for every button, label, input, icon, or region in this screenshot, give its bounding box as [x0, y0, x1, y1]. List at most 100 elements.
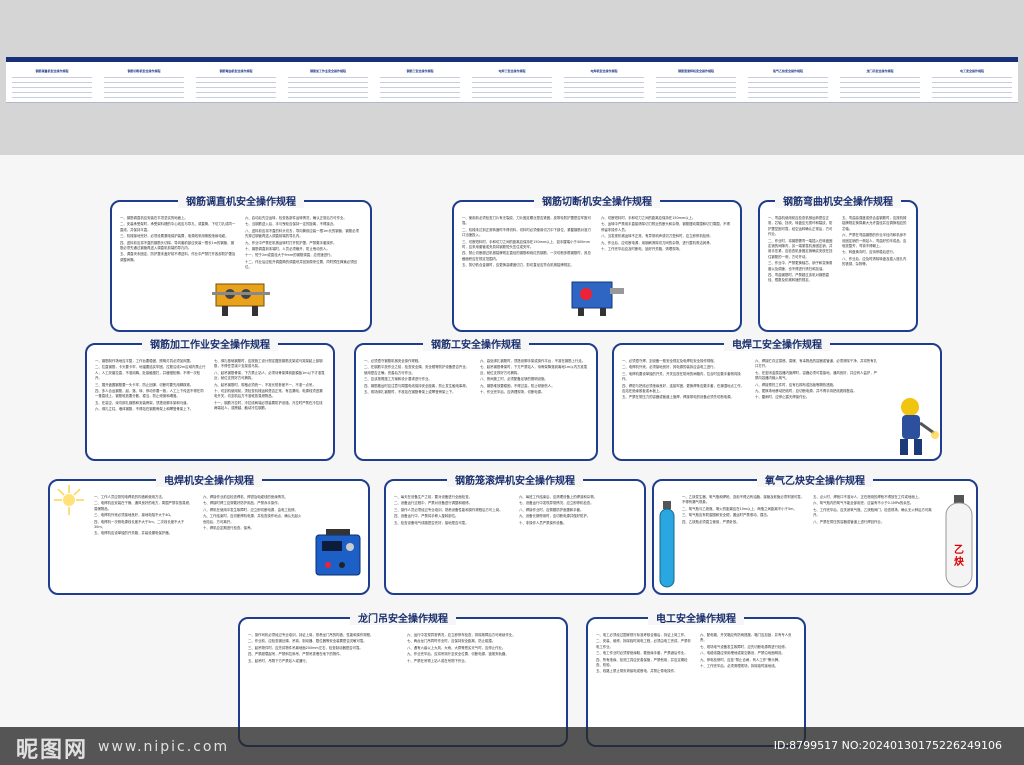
card-title: 龙门吊安全操作规程 [350, 610, 456, 625]
rule-item: 七、转盘换向时，应待停稳后进行。 [842, 250, 897, 255]
rule-item: 五、调直块未固定、防护罩未盖好前不得送料，作业中严禁打开各部防护罩及调整间隙。 [120, 252, 236, 262]
welder-worker-image [900, 398, 939, 455]
acetylene-cylinder-image: 乙 炔 [945, 495, 973, 588]
overview-mini-title: 钢筋笼滚焊机安全操作规程 [677, 69, 714, 73]
overview-mini-title: 钢筋弯曲机安全操作规程 [219, 69, 253, 73]
rule-item: 七、当钢筋送入后，手与曳轮应保持一定的距离，不得接近。 [245, 222, 337, 227]
card-welder: 电焊工安全操作规程 一、必须遵守焊、割设备一般安全规定及电焊机安全操作规程。 二、… [612, 336, 942, 461]
rule-item: 二、氧气瓶与乙炔瓶、明火的距离应在10m以上，两瓶之间距离不小于5m。 [682, 506, 797, 511]
rule-item: 四、送料前应将不直的钢筋头切除，导向套前部应安装一根长1m的钢管，钢筋必须先通过… [120, 240, 234, 251]
rule-item: 三、展开盘圆钢筋要一头卡牢，防止回弹，切断时要先用脚踩紧。 [95, 382, 194, 387]
card-title: 电焊机安全操作规程 [156, 472, 262, 487]
card-text-right: 六、配电箱、开关箱应有防雨措施，箱门应加锁，并有专人负责。 七、现场电气设备发生故… [700, 633, 796, 739]
card-text-right: 六、运行中发现异常情况，应立即停车检查，排除故障后方可继续作业。 七、两台龙门吊同… [407, 633, 558, 739]
rule-item: 二、电焊机外壳，必须接地良好，其电源的装拆应由电工进行。 [622, 365, 717, 370]
card-title: 钢筋切断机安全操作规程 [534, 193, 660, 208]
card-text-left: 一、每天在设备生产之前，要对设备进行全面检查。 二、设备运行过程中，严禁对设备进行… [394, 495, 511, 587]
rule-item: 五、起吊时，吊物下方严禁站人或通行。 [248, 658, 310, 663]
rule-item: 四、乙炔瓶必须直立使用，严禁卧放。 [682, 519, 740, 524]
overview-mini-title: 钢筋调直机安全操作规程 [35, 69, 69, 73]
rule-item: 六、每班工作结束后，应清理设备上的焊渣和杂物。 [519, 495, 597, 499]
card-title: 钢筋笼滚焊机安全操作规程 [447, 472, 583, 487]
card-text-left: 一、必须遵守钢筋机械安全操作规程。 二、在钢筋平放作业之前，检查安全绳、安全帽等防… [364, 359, 472, 453]
rule-item: 四、严禁超载起吊，严禁斜拉斜吊，严禁吊拔埋在地下的物件。 [248, 652, 343, 657]
rule-item: 六、严禁在弯曲钢筋的作业半径内和机身不设固定销的一侧站人，弯曲好的半成品，应堆放… [842, 233, 907, 249]
rule-item: 三、操作人员必须经过专业培训，熟悉设备性能和操作规程后方可上岗。 [394, 507, 503, 512]
rule-item: 一、必须遵守焊、割设备一般安全规定及电焊机安全操作规程。 [622, 359, 717, 363]
rule-item: 三、起吊物件时，应先将物件吊离地面200mm左右，检查制动器是否可靠。 [248, 645, 363, 650]
oxygen-cylinder-image [659, 501, 675, 588]
card-text-left: 一、乙炔发生器、氧气瓶和焊枪、割炬不得沾有油脂，接管及软管必须牢固可靠，不得有漏… [682, 495, 805, 587]
svg-text:乙: 乙 [954, 544, 964, 556]
rule-item: 十一、短于2m或直径大于9mm的钢筋调直，应低速进行。 [245, 253, 334, 258]
rule-item: 六、焊接作业前应检查焊机、焊钳及电缆线的绝缘情况。 [203, 495, 288, 499]
rule-item: 三、机械接地完好，必须设置漏电保护装置，电源线采用橡胶绝缘电缆。 [120, 234, 229, 239]
rule-item: 九、更换场地移动把线时，应切断电源，并不得手持把线爬梯登高。 [755, 389, 857, 394]
card-title: 钢筋加工作业安全操作规程 [142, 336, 278, 351]
rule-item: 六、切断短料时，手和切刀之间的距离应保持在150mm以上。 [601, 216, 696, 220]
rule-item: 八、电缆线路应采用埋地或架空敷设，严禁沿地面明设。 [700, 651, 785, 656]
rule-item: 三、作业中，严禁更换轴芯、销子和变换角度以及调速，也不得进行清扫和加油。 [768, 261, 833, 271]
rule-item: 三、氧气瓶应有防震圈和安全帽，搬运时严禁滚动、撞击。 [682, 513, 771, 518]
card-text-left: 一、弯曲机使用前应检查机械运转是否正常，芯轴、挡块、转盘应无损坏和裂纹，防护罩坚… [768, 216, 834, 324]
rule-item: 五、在高空、深坑绑扎钢筋和安装骨架，须搭设脚手架和马道。 [95, 400, 190, 405]
card-bender: 钢筋弯曲机安全操作规程 一、弯曲机使用前应检查机械运转是否正常，芯轴、挡块、转盘… [758, 193, 918, 332]
rule-item: 十、严禁在吊物上站人或在吊物下作业。 [407, 658, 469, 663]
card-text-right: 五、弯曲高强度或低合金钢筋时，应按机械铭牌规定换算最大允许直径并应调换相应的芯轴… [842, 216, 908, 324]
rule-item: 四、弯曲钢筋时，严禁超过该机对钢筋直径、根数及机械转速的规定。 [768, 273, 830, 283]
rule-item: 二、作业前，应检查钢丝绳、吊钩、制动器、限位器等安全装置是否灵敏可靠。 [248, 639, 367, 644]
rule-item: 八、遇有六级以上大风、大雨、大雾等恶劣天气时，应停止作业。 [407, 645, 506, 650]
card-text-right: 七、绑扎基础钢筋时，应按施工设计规定摆放钢筋支架或马凳架起上部钢筋，不得任意减少… [214, 359, 325, 453]
rule-item: 六、焊接贮存过易燃、易爆、有毒物品的容器或管道，必须清除干净，并将所有孔口打开。 [755, 359, 878, 369]
rule-item: 八、送料前应将不直的料头切去，导向筒前应装一根1m长的钢管，钢筋必须先穿过钢管再… [245, 228, 359, 239]
rule-item: 九、起吊钢筋时，规格必须统一，不准长短参差不一，不准一点吊。 [214, 382, 316, 387]
card-oxygen-acetylene: 氧气乙炔安全操作规程 一、乙炔发生器、氧气瓶和焊枪、割炬不得沾有油脂，接管及软管… [652, 472, 978, 595]
card-title: 氧气乙炔安全操作规程 [757, 472, 873, 487]
rule-item: 九、停电检修时，应挂“禁止合闸，有人工作”警示牌。 [700, 657, 782, 662]
overview-mini-title: 龙门吊安全操作规程 [866, 69, 894, 73]
rule-item: 九、工作结束时，应切断焊机电源，并检查操作地点，确认无起火危险后，方可离开。 [203, 514, 302, 524]
card-text-left: 一、操作司机必须经过专业培训，持证上岗，熟悉龙门吊的构造、性能和操作规程。 二、作… [248, 633, 399, 739]
rule-item: 七、起吊钢筋骨架时，下方严禁站人，待骨架降落到离地1m以内方准靠近，就位支撑好方… [480, 365, 588, 375]
card-title: 电焊工安全操作规程 [724, 336, 830, 351]
rule-item: 五、点火时，焊枪口不准对人，正在燃烧的焊枪不得放在工件或地面上。 [813, 495, 922, 499]
rule-item: 九、作业中严禁在机械运转时打开防护罩，严禁戴手套操作。 [245, 240, 337, 245]
rule-item: 五、线路上禁止带负荷接电或断电，并禁止带电操作。 [596, 669, 678, 674]
card-cutter: 钢筋切断机安全操作规程 一、使用前必须检查刀片有无裂纹，刀片固定螺丝是否紧固，皮… [452, 193, 742, 332]
watermark-url: www.nipic.com [98, 739, 230, 755]
rule-item: 四、所有绝缘、检测工具应妥善保管，严禁他用，并应定期检查、校验。 [596, 657, 688, 668]
rule-item: 三、电焊机要设单独的开关，开关应放在防雨的闸箱内，拉合时应戴手套侧向操作。 [622, 371, 741, 382]
rule-item: 六、高处绑扎钢筋时，须搭设脚手架或操作平台，不准在钢筋上行走。 [480, 359, 586, 363]
rule-item: 八、焊接作业时，应佩戴防护面罩和手套。 [519, 507, 584, 512]
rule-item: 四、设备运行中，严禁将手伸入旋转部位。 [394, 514, 459, 519]
card-text-right: 六、焊接作业前应检查焊机、焊钳及电缆线的绝缘情况。 七、焊接时焊工应穿戴好防护用品… [203, 495, 304, 587]
card-title: 钢筋弯曲机安全操作规程 [775, 193, 901, 208]
overview-mini-title: 钢筋工安全操作规程 [406, 69, 434, 73]
rule-item: 八、焊机在使用中发生故障时，应立即切断电源，由电工检修。 [203, 507, 298, 512]
rule-item: 二、安装、维修、拆除临时用电工程，必须由电工完成，严禁非电工作业。 [596, 639, 691, 649]
rule-item: 八、起吊钢筋骨架，下方禁止站人，必须待骨架降到距模板1m以下才准靠近，就位支撑好… [214, 370, 325, 381]
rule-item: 九、作业后，应切断电源，用钢刷清除切刀间的杂物，进行整机清洁润滑。 [601, 240, 713, 245]
watermark-logo: 昵图网 [16, 738, 89, 763]
overview-mini-panel: 氧气乙炔安全操作规程 [745, 67, 831, 102]
overview-mini-panel: 电焊工安全操作规程 [469, 67, 555, 102]
rule-item: 九、设备长期停用时，应切断电源并做好防护。 [519, 514, 591, 519]
rule-item: 五、剪切低合金钢时，应更换高硬度切刀，剪切直径应符合机械铭牌规定。 [462, 263, 574, 268]
overview-mini-panel: 电焊机安全操作规程 [561, 67, 647, 102]
overview-mini-title: 电工安全操作规程 [959, 69, 984, 73]
detail-board: 钢筋调直机安全操作规程 一、钢筋调直机应安装在平坦坚实的地面上。 二、安装承受架时… [0, 155, 1024, 765]
rule-item: 六、启动后先空运转，检查各部件运转情况，确认正常后方可作业。 [245, 216, 347, 220]
rule-item: 四、电焊机一次侧电源线长度不大于5m，二次线长度不大于30m。 [94, 519, 185, 530]
rule-item: 二、作业时，将钢筋需弯一端插入在转盘固定销的间隙内，另一端紧靠机身固定销，并用手… [768, 238, 833, 259]
overview-mini-title: 电焊机安全操作规程 [590, 69, 618, 73]
overview-mini-panel: 钢筋弯曲机安全操作规程 [193, 67, 279, 102]
svg-text:炔: 炔 [954, 555, 964, 568]
rule-item: 八、作业后，应及时清除转盘及插入座孔内的铁锈、杂物等。 [842, 256, 907, 267]
card-text-right: 六、高处绑扎钢筋时，须搭设脚手架或操作平台，不准在钢筋上行走。七、起吊钢筋骨架时… [480, 359, 588, 453]
rule-item: 八、严禁在带压的容器或管道上进行焊割作业。 [813, 519, 885, 524]
rule-item: 一、必须遵守钢筋机械安全操作规程。 [364, 359, 422, 363]
overview-panel-strip: 强化安全意识 落实安全责任 · 安全第一 预防为主 综合治理 · 安全生产 人人… [6, 57, 1018, 103]
card-text-right: 六、焊接贮存过易燃、易爆、有毒物品的容器或管道，必须清除干净，并将所有孔口打开。… [755, 359, 880, 453]
overview-mini-panel: 龙门吊安全操作规程 [837, 67, 923, 102]
rule-item: 七、设备运行中发现异常情况，应立即停机检查。 [519, 501, 594, 506]
